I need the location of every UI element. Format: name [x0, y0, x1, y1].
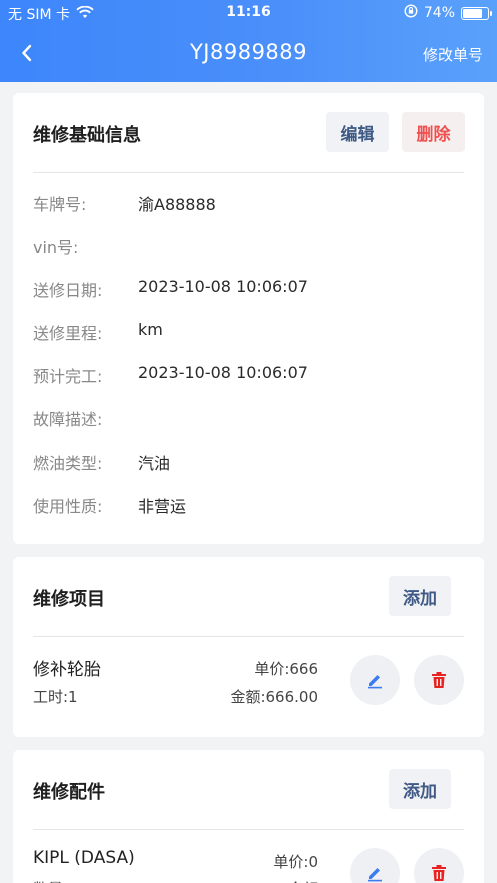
label-plate: 车牌号: — [33, 195, 87, 214]
header: 无 SIM 卡 11:16 74% YJ8989889 修改单号 — [0, 0, 497, 82]
basic-info-header: 维修基础信息 编辑 删除 — [13, 93, 484, 173]
value-service-date: 2023-10-08 10:06:07 — [138, 277, 308, 296]
edit-button[interactable]: 编辑 — [326, 112, 389, 152]
delete-button[interactable]: 删除 — [402, 112, 465, 152]
pencil-icon — [368, 675, 382, 689]
trash-icon — [432, 865, 446, 881]
delete-part-button[interactable] — [414, 848, 464, 883]
label-mileage: 送修里程: — [33, 324, 103, 343]
add-repair-item-button[interactable]: 添加 — [389, 576, 451, 616]
repair-parts-header: 维修配件 添加 — [13, 750, 484, 830]
trash-icon — [432, 672, 446, 688]
label-vin: vin号: — [33, 238, 79, 257]
navbar: YJ8989889 修改单号 — [0, 26, 497, 82]
value-mileage: km — [138, 320, 163, 339]
label-fault-description: 故障描述: — [33, 410, 103, 429]
repair-parts-title: 维修配件 — [33, 782, 105, 803]
label-estimated-completion: 预计完工: — [33, 367, 103, 386]
basic-info-title: 维修基础信息 — [33, 125, 141, 146]
label-fuel-type: 燃油类型: — [33, 454, 103, 473]
label-service-date: 送修日期: — [33, 281, 103, 300]
modify-order-number-button[interactable]: 修改单号 — [423, 44, 483, 65]
value-estimated-completion: 2023-10-08 10:06:07 — [138, 363, 308, 382]
item-amount: 金额:666.00 — [230, 688, 318, 706]
value-usage-type: 非营运 — [138, 497, 187, 516]
part-unit-price: 单价:0 — [273, 853, 318, 871]
item-hours: 工时:1 — [33, 688, 78, 706]
status-right: 74% — [404, 4, 492, 22]
battery-percent: 74% — [423, 5, 455, 21]
repair-parts-card: 维修配件 添加 KIPL (DASA) 数量 单价:0 金额 — [13, 750, 484, 883]
basic-info-card: 维修基础信息 编辑 删除 车牌号: 渝A88888 vin号: 送修日期: 20… — [13, 93, 484, 544]
item-name: 修补轮胎 — [33, 660, 101, 680]
edit-item-button[interactable] — [350, 655, 400, 705]
item-unit-price: 单价:666 — [254, 660, 318, 678]
divider — [33, 829, 464, 830]
battery-icon — [461, 6, 492, 20]
add-part-button[interactable]: 添加 — [389, 769, 451, 809]
divider — [33, 636, 464, 637]
divider — [33, 172, 464, 173]
part-name: KIPL (DASA) — [33, 848, 135, 868]
repair-items-card: 维修项目 添加 修补轮胎 工时:1 单价:666 金额:666.00 — [13, 557, 484, 737]
repair-items-title: 维修项目 — [33, 589, 105, 610]
value-fuel-type: 汽油 — [138, 454, 171, 473]
pencil-icon — [368, 868, 382, 882]
value-plate: 渝A88888 — [138, 195, 216, 214]
orientation-lock-icon — [404, 4, 418, 22]
status-bar: 无 SIM 卡 11:16 74% — [0, 0, 497, 26]
edit-part-button[interactable] — [350, 848, 400, 883]
part-amount: 金额 — [288, 878, 318, 883]
part-quantity: 数量 — [33, 878, 63, 883]
repair-items-header: 维修项目 添加 — [13, 557, 484, 637]
label-usage-type: 使用性质: — [33, 497, 103, 516]
delete-item-button[interactable] — [414, 655, 464, 705]
